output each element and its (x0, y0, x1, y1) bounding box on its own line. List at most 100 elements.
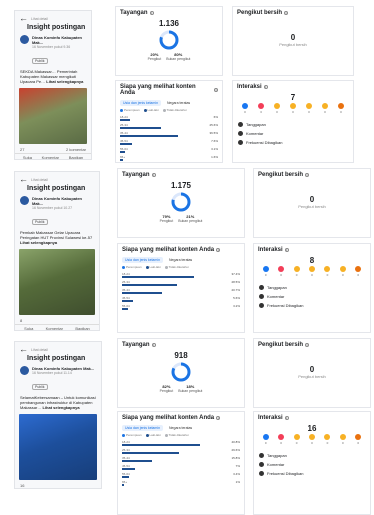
tab-top-countries[interactable]: Negara teratas (164, 100, 193, 106)
reaction-value: 0 (264, 441, 267, 445)
age-pct: 40.8% (231, 440, 240, 444)
info-icon[interactable]: i (263, 85, 268, 89)
views-label: Tayangan (120, 10, 148, 16)
like-button[interactable]: Suka (24, 326, 33, 330)
engagement-item: Komentar (254, 292, 370, 301)
info-icon[interactable]: i (284, 11, 289, 15)
tab-age-gender[interactable]: Usia dan jenis kelamin (120, 100, 162, 106)
age-bar-row: 65+ 1.6% (116, 155, 222, 161)
page-title: Insight postingan (27, 185, 86, 192)
avatar[interactable] (20, 366, 29, 375)
legend-dot-icon (162, 108, 166, 112)
see-more-link[interactable]: Lihat selengkapnya (42, 405, 79, 410)
reaction-count[interactable]: 8 (20, 318, 22, 323)
age-bar-row: 35-44 36.5% (116, 131, 222, 137)
comment-button[interactable]: Komentar (42, 155, 59, 159)
post-date: 16 November pukul 9.36 (32, 45, 71, 49)
page-title: Insight postingan (27, 24, 86, 31)
detail-link[interactable]: Lihat detail (31, 348, 48, 352)
wow-icon (324, 434, 331, 440)
share-button[interactable]: Bagikan (69, 155, 83, 159)
net-followers-value: 0 (309, 365, 315, 374)
series-legend-item: Laki-laki (145, 265, 161, 269)
net-followers-card: Pengikut bersih i 0 Pengikut bersih (232, 6, 354, 76)
series-legend-item: Perempuan (120, 108, 140, 112)
legend-dot-icon (122, 265, 125, 269)
age-bar (122, 276, 194, 278)
net-followers-label: Pengikut bersih (258, 172, 304, 178)
engagement-card: Interaksi i 8 0 0 0 0 0 0 0 Tanggapan Komentar Freku… (253, 243, 371, 333)
back-arrow-icon[interactable]: ← (19, 345, 28, 354)
engagement-value: 8 (309, 256, 315, 265)
engagement-item-label: Tanggapan (267, 453, 287, 458)
net-followers-label: Pengikut bersih (258, 342, 304, 348)
post-photo[interactable] (19, 88, 87, 144)
tab-age-gender[interactable]: Usia dan jenis kelamin (122, 425, 164, 431)
post-photo[interactable] (19, 414, 97, 480)
share-button[interactable]: Bagikan (75, 326, 89, 330)
detail-link[interactable]: Lihat detail (31, 17, 48, 21)
angry-icon (355, 266, 362, 272)
age-pct: 3.2% (233, 304, 240, 308)
age-bar-row: 45-54 7% (118, 464, 244, 470)
info-icon[interactable]: i (151, 173, 156, 177)
sad-icon (339, 434, 346, 440)
info-icon[interactable]: i (151, 343, 156, 347)
age-bar (122, 284, 177, 286)
legend-dot-icon (164, 265, 168, 269)
audience-label: Siapa yang melihat konten Anda (122, 415, 215, 421)
haha-icon (308, 266, 315, 272)
reaction-count[interactable]: 16 (20, 483, 24, 488)
back-arrow-icon[interactable]: ← (19, 14, 28, 23)
back-arrow-icon[interactable]: ← (19, 175, 28, 184)
audience-label: Siapa yang melihat konten Anda (120, 84, 196, 96)
comment-button[interactable]: Komentar (46, 326, 63, 330)
age-pct: 3.4% (233, 472, 240, 476)
comment-count[interactable]: 2 komentar (66, 147, 86, 152)
engagement-label: Interaksi (237, 84, 262, 90)
avatar[interactable] (20, 35, 29, 44)
bar-track (120, 159, 218, 161)
tab-top-countries[interactable]: Negara teratas (166, 425, 195, 431)
info-icon[interactable]: i (149, 11, 154, 15)
age-bar-row: 25-34 28.5% (118, 280, 244, 286)
card-header: Interaksi i (254, 412, 370, 424)
age-bar-row: 18-24 37.4% (118, 272, 244, 278)
series-name: Perempuan (126, 265, 142, 269)
post-caption: SEKDA Makassar… Pemerintah Kabupaten Mak… (15, 67, 91, 86)
bar-track (122, 484, 240, 486)
bar-track (122, 308, 240, 310)
tab-top-countries[interactable]: Negara teratas (166, 257, 195, 263)
mobile-topbar: ← Lihat detail (15, 11, 91, 24)
info-icon[interactable]: i (284, 248, 289, 252)
reaction-value: 0 (311, 441, 313, 445)
series-legend-item: Tidak diketahui (164, 433, 189, 437)
tab-age-gender[interactable]: Usia dan jenis kelamin (122, 257, 164, 263)
avatar[interactable] (20, 196, 29, 205)
engagement-item-label: Frekuensi Dibagikan (246, 140, 283, 145)
like-button[interactable]: Suka (23, 155, 32, 159)
see-more-link[interactable]: Lihat selengkapnya (46, 79, 83, 84)
see-more-link[interactable]: Lihat selengkapnya (20, 240, 57, 245)
info-icon[interactable]: i (216, 248, 221, 252)
info-icon[interactable]: i (305, 173, 310, 177)
info-icon[interactable]: i (305, 343, 310, 347)
legend-dot-icon (145, 265, 149, 269)
reaction-count[interactable]: 27 (20, 147, 24, 152)
age-pct: 7% (235, 464, 240, 468)
age-bar (120, 159, 123, 161)
page-title: Insight postingan (27, 355, 86, 362)
info-icon[interactable]: i (216, 416, 221, 420)
bar-track (122, 292, 240, 294)
reactions-icon (259, 285, 264, 290)
post-photo[interactable] (19, 249, 95, 315)
detail-link[interactable]: Lihat detail (31, 178, 48, 182)
legend-dot-icon (122, 433, 125, 437)
author-name[interactable]: Dinas Kominfo Kabupaten Mak... (32, 196, 94, 206)
age-bar (120, 119, 130, 121)
author-name[interactable]: Dinas Kominfo Kabupaten Mak... (32, 35, 86, 45)
reaction-icons (254, 265, 370, 273)
info-icon[interactable]: i (214, 88, 218, 92)
info-icon[interactable]: i (284, 416, 289, 420)
engagement-item-label: Tanggapan (246, 122, 266, 127)
